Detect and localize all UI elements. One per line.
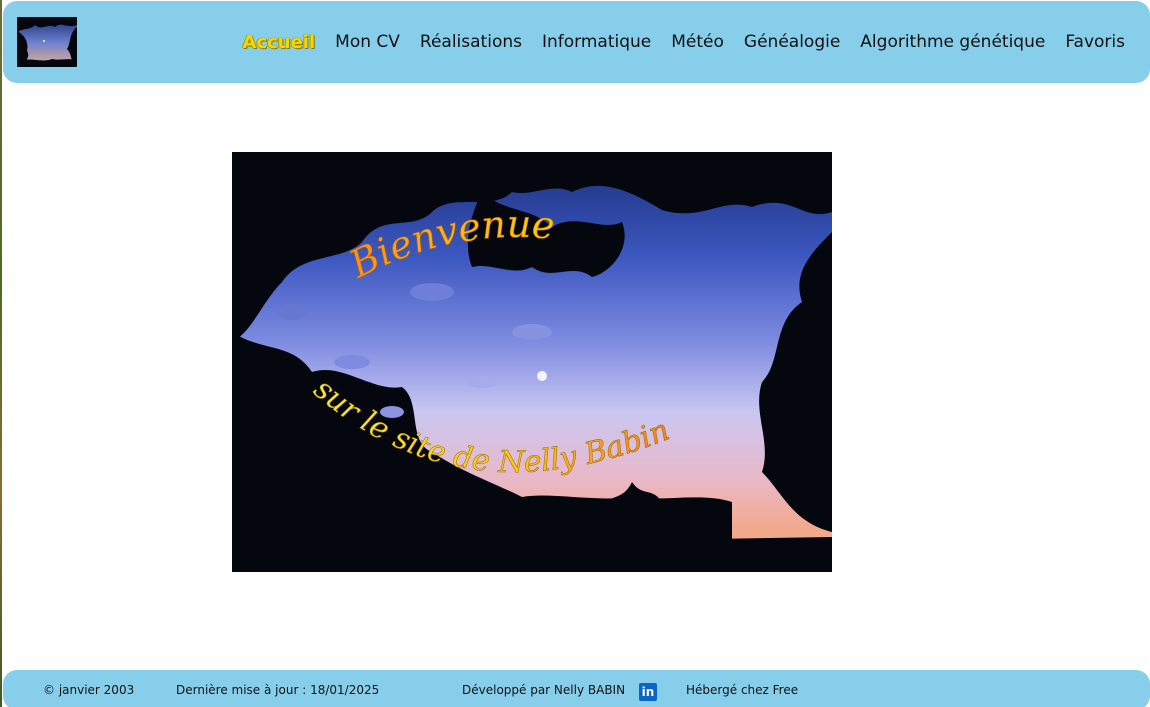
developed-by-text: Développé par Nelly BABIN [462,683,626,697]
nav-item-realisations[interactable]: Réalisations [420,32,522,52]
window-edge [0,0,2,707]
nav-item-algorithme-genetique[interactable]: Algorithme génétique [860,32,1045,52]
linkedin-icon[interactable]: in [639,683,657,701]
welcome-banner-image: Bienvenue sur le site de Nelly Babin [232,152,832,572]
page: Accueil Mon CV Réalisations Informatique… [0,0,1150,707]
copyright-text: © janvier 2003 [43,683,135,697]
nav-item-meteo[interactable]: Météo [671,32,724,52]
site-logo-icon[interactable] [17,17,77,67]
main-nav: Accueil Mon CV Réalisations Informatique… [243,1,1125,83]
nav-item-informatique[interactable]: Informatique [542,32,651,52]
hosted-by-text: Hébergé chez Free [686,683,799,697]
nav-item-accueil[interactable]: Accueil [243,32,316,53]
last-update-text: Dernière mise à jour : 18/01/2025 [176,683,380,697]
nav-item-favoris[interactable]: Favoris [1065,32,1125,52]
header-bar: Accueil Mon CV Réalisations Informatique… [3,1,1150,83]
nav-item-genealogie[interactable]: Généalogie [744,32,840,52]
footer-bar: © janvier 2003 Dernière mise à jour : 18… [3,670,1150,707]
nav-item-mon-cv[interactable]: Mon CV [335,32,400,52]
